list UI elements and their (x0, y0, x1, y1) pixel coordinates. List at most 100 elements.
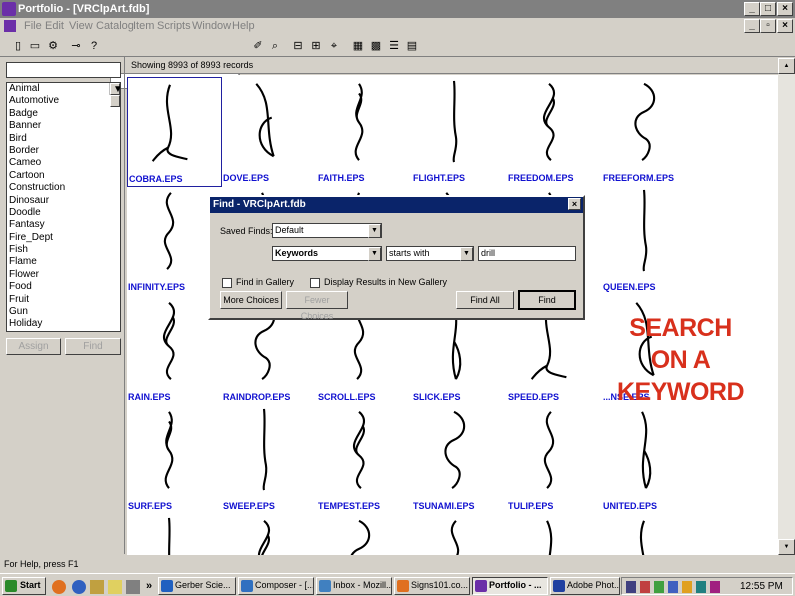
gallery-thumbnail[interactable]: DOVE.EPS (222, 77, 317, 187)
chevron-down-icon[interactable]: ▼ (368, 247, 381, 261)
help-icon[interactable]: ? (86, 38, 102, 54)
field-select[interactable]: Keywords ▼ (272, 246, 382, 261)
thumbnail-view-icon[interactable]: ▦ (350, 38, 366, 54)
thumbnail-label[interactable]: SLICK.EPS (413, 392, 461, 402)
gallery-thumbnail[interactable]: TSUNAMI.EPS (412, 405, 507, 515)
find-button[interactable]: Find (518, 290, 576, 310)
gallery-thumbnail[interactable]: FLIGHT.EPS (412, 77, 507, 187)
thumbnail-label[interactable]: SPEED.EPS (508, 392, 559, 402)
record-view-icon[interactable]: ▤ (404, 38, 420, 54)
list-item[interactable]: Fire_Dept (7, 232, 120, 244)
list-item[interactable]: Dinosaur (7, 195, 120, 207)
list-item[interactable]: Fruit (7, 294, 120, 306)
saved-finds-select[interactable]: Default ▼ (272, 223, 382, 238)
thumbnail-label[interactable]: DOVE.EPS (223, 173, 269, 183)
thumbnail-label[interactable]: FLIGHT.EPS (413, 173, 465, 183)
menu-view[interactable]: View (69, 20, 93, 32)
list-item[interactable]: Animal (7, 83, 120, 95)
thumbnail-label[interactable]: QUEEN.EPS (603, 282, 656, 292)
gallery-thumbnail[interactable]: FREEDOM.EPS (507, 77, 602, 187)
list-item[interactable]: Doodle (7, 207, 120, 219)
gallery-thumbnail[interactable] (127, 514, 222, 555)
gallery-thumbnail[interactable]: FAITH.EPS (317, 77, 412, 187)
list-item[interactable]: Holiday (7, 318, 120, 330)
catalog-icon[interactable]: ⚙ (45, 38, 61, 54)
menu-catalog[interactable]: Catalog (96, 20, 134, 32)
firefox-icon[interactable] (52, 580, 66, 594)
thumbnail-label[interactable]: FAITH.EPS (318, 173, 365, 183)
list-view-icon[interactable]: ☰ (386, 38, 402, 54)
category-list[interactable]: Animal Automotive Badge Banner Bird Bord… (6, 82, 121, 332)
gallery-thumbnail[interactable]: SWEEP.EPS (222, 405, 317, 515)
thumbnail-label[interactable]: SURF.EPS (128, 501, 172, 511)
thumbnail-label[interactable]: FREEDOM.EPS (508, 173, 574, 183)
thumbnail-label[interactable]: INFINITY.EPS (128, 282, 185, 292)
category-search-input[interactable] (6, 62, 121, 78)
list-item[interactable]: Flower (7, 269, 120, 281)
menu-help[interactable]: Help (232, 20, 255, 32)
tag-icon[interactable]: ✐ (250, 38, 266, 54)
mail-icon[interactable] (90, 580, 104, 594)
gallery-thumbnail[interactable]: QUEEN.EPS (602, 186, 697, 296)
list-item[interactable]: Fish (7, 244, 120, 256)
list-item[interactable]: Badge (7, 108, 120, 120)
gallery-thumbnail[interactable] (222, 514, 317, 555)
gallery-thumbnail[interactable]: COBRA.EPS (127, 77, 222, 187)
scroll-thumb[interactable] (110, 95, 120, 108)
operator-select[interactable]: starts with ▼ (386, 246, 474, 261)
maximize-button[interactable]: □ (760, 2, 776, 16)
find-all-button[interactable]: Find All (456, 291, 514, 309)
display-new-gallery-checkbox[interactable] (310, 278, 320, 288)
chevron-down-icon[interactable]: ▼ (460, 247, 473, 261)
taskbar-item[interactable]: Adobe Phot... (550, 577, 620, 595)
scroll-down-icon[interactable]: ▼ (778, 539, 795, 555)
new-icon[interactable]: ▯ (10, 38, 26, 54)
more-choices-button[interactable]: More Choices (220, 291, 282, 309)
pin-icon[interactable]: ⊸ (68, 38, 84, 54)
chevron-down-icon[interactable]: ▼ (368, 224, 381, 238)
tray-icons[interactable] (626, 581, 726, 593)
menu-window[interactable]: Window (192, 20, 231, 32)
gallery-thumbnail[interactable] (412, 514, 507, 555)
scroll-up-icon[interactable]: ▲ (778, 58, 795, 74)
category-scrollbar[interactable]: ▲ ▼ (109, 83, 120, 108)
gallery-thumbnail[interactable] (317, 514, 412, 555)
gallery-thumbnail[interactable] (602, 514, 697, 555)
find-in-gallery-checkbox[interactable] (222, 278, 232, 288)
find-icon[interactable]: ⌖ (326, 38, 342, 54)
portfolio-app-icon[interactable] (2, 2, 16, 16)
taskbar-item[interactable]: Gerber Scie... (158, 577, 236, 595)
gallery-thumbnail[interactable]: SURF.EPS (127, 405, 222, 515)
start-button[interactable]: Start (2, 577, 46, 595)
gallery-scrollbar[interactable]: ▲ ▼ (778, 58, 795, 555)
menu-edit[interactable]: Edit (45, 20, 64, 32)
doc-minimize-button[interactable]: _ (744, 19, 760, 33)
menu-scripts[interactable]: Scripts (157, 20, 191, 32)
gallery-thumbnail[interactable] (507, 514, 602, 555)
list-item[interactable]: Construction (7, 182, 120, 194)
menu-item[interactable]: Item (133, 20, 154, 32)
fewer-choices-button[interactable]: Fewer Choices (286, 291, 348, 321)
assign-button[interactable]: Assign (6, 338, 61, 355)
document-icon[interactable] (4, 20, 16, 32)
item-next-icon[interactable]: ⊞ (308, 38, 324, 54)
scroll-down-icon[interactable]: ▼ (110, 83, 120, 96)
quicklaunch-chevron[interactable]: » (146, 580, 152, 592)
thumbnail-label[interactable]: TEMPEST.EPS (318, 501, 380, 511)
desktop-icon[interactable] (126, 580, 140, 594)
list-item[interactable]: Banner (7, 120, 120, 132)
item-prev-icon[interactable]: ⊟ (290, 38, 306, 54)
list-item[interactable]: Cameo (7, 157, 120, 169)
taskbar-item[interactable]: Portfolio - ... (472, 577, 548, 595)
thumbnail-label[interactable]: SWEEP.EPS (223, 501, 275, 511)
list-item[interactable]: Flame (7, 256, 120, 268)
thumbnail-label[interactable]: TSUNAMI.EPS (413, 501, 475, 511)
thumbnail-label[interactable]: UNITED.EPS (603, 501, 657, 511)
close-button[interactable]: × (777, 2, 793, 16)
thumbnail-label[interactable]: RAINDROP.EPS (223, 392, 290, 402)
gallery-thumbnail[interactable]: UNITED.EPS (602, 405, 697, 515)
taskbar-item[interactable]: Composer - [... (238, 577, 314, 595)
open-icon[interactable]: ▭ (27, 38, 43, 54)
doc-close-button[interactable]: × (777, 19, 793, 33)
list-item[interactable]: Gun (7, 306, 120, 318)
